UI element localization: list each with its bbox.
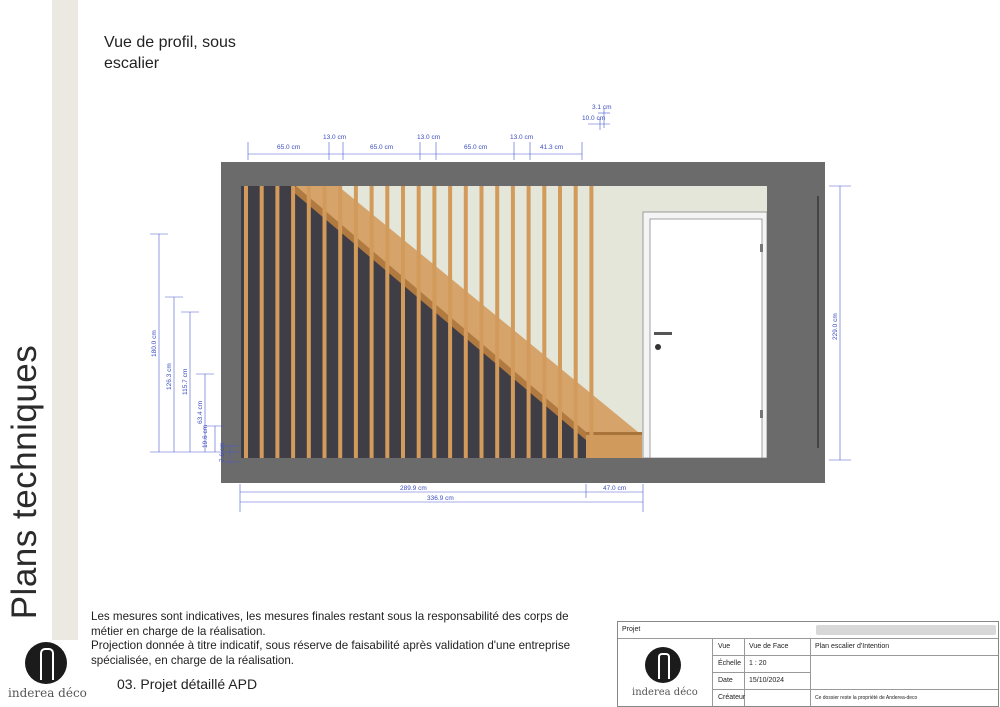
- slat: [259, 186, 264, 458]
- slat: [369, 186, 374, 458]
- door-keyhole: [655, 344, 661, 350]
- tb-vue-label: Vue: [718, 643, 731, 650]
- dim-left-7: 7.6 cm: [219, 442, 226, 462]
- dim-bottom-336: 336.9 cm: [427, 495, 454, 502]
- dim-right-229: 229.0 cm: [832, 313, 839, 340]
- disclaimer-line-1: Les mesures sont indicatives, les mesure…: [91, 610, 569, 638]
- bottom-dimensions: 289.9 cm 47.0 cm 336.9 cm: [239, 484, 644, 512]
- dim-top-10: 10.0 cm: [582, 115, 605, 122]
- slat: [526, 186, 531, 458]
- tb-echelle-value: 1 : 20: [749, 660, 767, 667]
- tb-echelle-label: Échelle: [718, 660, 741, 667]
- dim-top-41: 41.3 cm: [540, 144, 563, 151]
- slat: [495, 186, 500, 458]
- technical-drawing: 65.0 cm 13.0 cm 65.0 cm 13.0 cm 65.0 cm …: [150, 104, 851, 512]
- tb-vue-value: Vue de Face: [749, 643, 789, 650]
- phase-label: 03. Projet détaillé APD: [117, 676, 258, 692]
- door-handle: [654, 332, 672, 335]
- slat: [244, 186, 248, 458]
- disclaimer-line-2: Projection donnée à titre indicatif, sou…: [91, 639, 571, 667]
- slat: [306, 186, 311, 458]
- left-wall: [221, 162, 241, 483]
- dim-left-63: 63.4 cm: [197, 401, 204, 424]
- slat: [353, 186, 358, 458]
- dim-left-115: 115.7 cm: [182, 369, 189, 395]
- slat: [338, 186, 343, 458]
- slat: [589, 186, 594, 458]
- disclaimer: Les mesures sont indicatives, les mesure…: [91, 610, 591, 668]
- slat: [385, 186, 390, 458]
- tb-date-label: Date: [718, 677, 733, 684]
- dim-top-13c: 13.0 cm: [510, 134, 533, 141]
- floor-slab: [221, 458, 825, 483]
- dim-top-3: 3.1 cm: [592, 104, 612, 111]
- slat: [432, 186, 437, 458]
- top-dimensions: 65.0 cm 13.0 cm 65.0 cm 13.0 cm 65.0 cm …: [247, 104, 612, 160]
- brand-name: inderea déco: [632, 687, 698, 698]
- tb-createur-label: Créateur: [718, 694, 746, 701]
- slat: [401, 186, 405, 458]
- slat: [275, 186, 280, 458]
- dim-bottom-289: 289.9 cm: [400, 485, 427, 492]
- right-wall: [767, 162, 825, 483]
- tb-plan-name: Plan escalier d'Intention: [815, 643, 890, 650]
- slat: [510, 186, 515, 458]
- slat: [573, 186, 578, 458]
- tb-date-value: 15/10/2024: [749, 677, 785, 684]
- slat: [463, 186, 468, 458]
- right-dimensions: 229.0 cm: [829, 185, 851, 461]
- bottom-step: [586, 432, 642, 458]
- slat: [558, 186, 562, 458]
- redacted-project-name: [816, 625, 996, 635]
- slat: [479, 186, 484, 458]
- title-block: Projet inderea déco Vue Vue de Face Éche…: [617, 621, 999, 707]
- dim-top-65a: 65.0 cm: [277, 144, 300, 151]
- bottom-step-tread: [586, 432, 642, 435]
- slat: [291, 186, 296, 458]
- dim-top-13b: 13.0 cm: [417, 134, 440, 141]
- dim-bottom-47: 47.0 cm: [603, 485, 626, 492]
- ceiling-slab: [221, 162, 825, 186]
- door-panel: [649, 218, 763, 459]
- dim-left-180: 180.0 cm: [151, 330, 158, 357]
- brand-logo: inderea déco: [8, 636, 92, 706]
- brand-name: inderea déco: [8, 686, 87, 700]
- slat: [322, 186, 327, 458]
- slat: [416, 186, 421, 458]
- dim-left-19: 19.6 cm: [202, 425, 209, 448]
- dim-top-13a: 13.0 cm: [323, 134, 346, 141]
- title-block-logo: inderea déco: [632, 644, 708, 706]
- dim-left-126: 126.3 cm: [166, 363, 173, 390]
- tb-property-note: Ce dossier reste la propriété de Anderea…: [815, 695, 918, 701]
- tb-projet-label: Projet: [622, 626, 641, 633]
- dim-top-65c: 65.0 cm: [464, 144, 487, 151]
- dim-top-65b: 65.0 cm: [370, 144, 393, 151]
- slat: [448, 186, 453, 458]
- slat: [542, 186, 547, 458]
